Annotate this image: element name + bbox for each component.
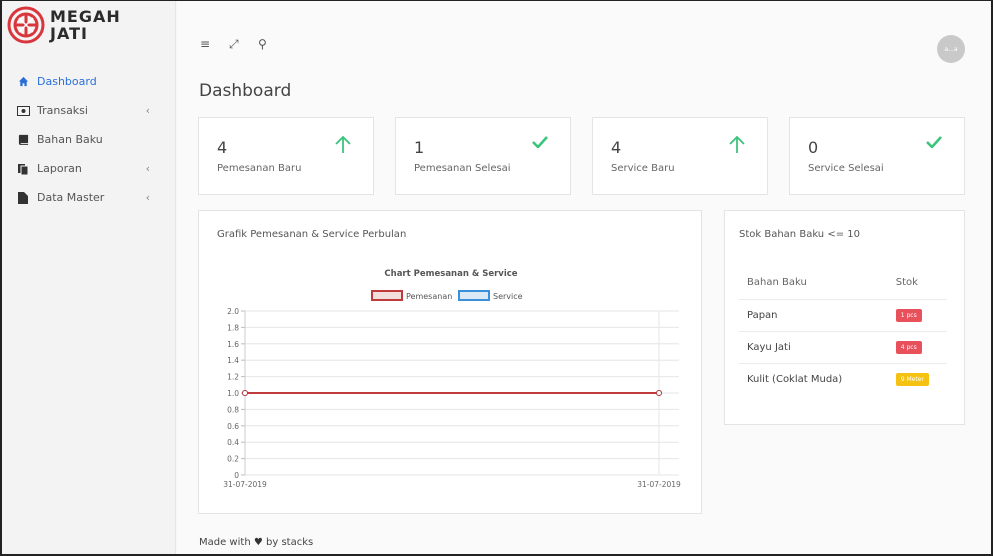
check-icon <box>532 136 548 148</box>
y-tick-label: 2.0 <box>227 307 239 316</box>
arrow-up-icon <box>335 136 351 153</box>
stat-card-pemesanan-selesai: 1 Pemesanan Selesai <box>395 117 571 195</box>
line-chart: Chart Pemesanan & Service Pemesanan Servic… <box>223 269 681 489</box>
sidebar-item-laporan[interactable]: Laporan ‹ <box>2 154 176 183</box>
sidebar-nav: Dashboard Transaksi ‹ Bahan Baku Laporan… <box>2 67 176 212</box>
sidebar: MEGAH JATI Dashboard Transaksi ‹ Bahan B… <box>2 1 176 554</box>
footer-text-after: by stacks <box>266 537 314 548</box>
file-icon <box>16 191 30 205</box>
bahan-name: Kulit (Coklat Muda) <box>747 373 843 385</box>
table-header-row: Bahan Baku Stok <box>739 266 947 300</box>
stok-badge: 1 pcs <box>895 308 922 322</box>
sidebar-item-dashboard[interactable]: Dashboard <box>2 67 176 96</box>
money-icon <box>16 104 30 118</box>
table-row: Kayu Jati 4 pcs <box>739 331 947 364</box>
stok-cell: 9 Meter <box>888 363 947 395</box>
copy-icon <box>16 162 30 176</box>
stat-card-pemesanan-baru: 4 Pemesanan Baru <box>198 117 374 195</box>
menu-toggle-icon[interactable]: ≡ <box>200 37 210 51</box>
fullscreen-icon[interactable]: ⤢ <box>229 37 239 52</box>
home-icon <box>16 75 30 89</box>
sidebar-item-data-master[interactable]: Data Master ‹ <box>2 183 176 212</box>
chevron-left-icon[interactable]: ‹ <box>146 191 150 204</box>
page-title: Dashboard <box>199 81 292 101</box>
brand-line-1: MEGAH <box>50 7 121 26</box>
chart-card: Grafik Pemesanan & Service Perbulan Char… <box>198 210 702 514</box>
bahan-name: Kayu Jati <box>739 331 888 364</box>
y-tick-label: 0.6 <box>227 422 239 431</box>
chevron-left-icon[interactable]: ‹ <box>146 162 150 175</box>
stat-label: Service Selesai <box>808 163 884 174</box>
data-point <box>242 390 248 396</box>
footer-text-before: Made with <box>199 537 251 548</box>
stok-cell: 1 pcs <box>887 299 947 332</box>
sidebar-item-transaksi[interactable]: Transaksi ‹ <box>2 96 176 125</box>
y-tick-label: 1.6 <box>227 340 239 349</box>
x-tick-label: 31-07-2019 <box>223 480 267 489</box>
sidebar-item-label: Dashboard <box>37 75 97 88</box>
brand-line-2: JATI <box>50 24 88 43</box>
stat-card-service-baru: 4 Service Baru <box>592 117 768 195</box>
column-header-stok: Stok <box>887 266 947 300</box>
check-icon <box>926 136 942 148</box>
stok-cell: 4 pcs <box>887 331 947 364</box>
sidebar-item-label: Data Master <box>37 191 105 204</box>
y-tick-label: 0 <box>234 471 239 480</box>
y-tick-label: 1.4 <box>227 356 239 365</box>
sidebar-item-label: Laporan <box>37 162 82 175</box>
chevron-left-icon[interactable]: ‹ <box>146 104 150 117</box>
sidebar-item-label: Transaksi <box>37 104 88 117</box>
topbar: ≡ ⤢ ⚲ a...a <box>177 1 991 71</box>
column-header-bahan-baku: Bahan Baku <box>739 266 888 300</box>
stok-badge: 9 Meter <box>895 372 929 386</box>
stok-table: Bahan Baku Stok Papan 1 pcs Kayu Jati 4 … <box>739 266 947 395</box>
legend-swatch <box>371 290 403 301</box>
stat-card-service-selesai: 0 Service Selesai <box>789 117 965 195</box>
brand-logo[interactable]: MEGAH JATI <box>7 6 121 44</box>
x-tick-label: 31-07-2019 <box>637 480 681 489</box>
y-tick-label: 1.0 <box>227 389 239 398</box>
bahan-name: Papan <box>739 299 888 332</box>
main-content: ≡ ⤢ ⚲ a...a Dashboard 4 Pemesanan Baru 1… <box>177 1 991 554</box>
arrow-up-icon <box>729 136 745 153</box>
search-icon[interactable]: ⚲ <box>258 37 267 51</box>
table-row: Papan 1 pcs <box>739 299 947 332</box>
table-row: Kulit (Coklat Muda) 9 Meter <box>739 363 947 395</box>
y-tick-label: 0.2 <box>227 455 239 464</box>
stat-label: Pemesanan Selesai <box>414 163 511 174</box>
stok-card: Stok Bahan Baku <= 10 Bahan Baku Stok Pa… <box>724 210 965 425</box>
stat-value: 4 <box>611 138 622 157</box>
y-tick-label: 1.2 <box>227 373 239 382</box>
y-tick-label: 0.8 <box>227 405 239 414</box>
legend-label: Service <box>493 292 523 301</box>
sidebar-item-bahan-baku[interactable]: Bahan Baku <box>2 125 176 154</box>
stat-value: 1 <box>414 138 425 157</box>
avatar[interactable]: a...a <box>937 35 965 63</box>
stat-label: Service Baru <box>611 163 675 174</box>
chart-title: Chart Pemesanan & Service <box>384 269 517 279</box>
footer: Made with ♥ by stacks <box>199 537 313 548</box>
book-icon <box>16 133 30 147</box>
legend-swatch <box>458 290 490 301</box>
stat-value: 4 <box>217 138 228 157</box>
data-point <box>656 390 662 396</box>
stat-label: Pemesanan Baru <box>217 163 302 174</box>
stok-card-title: Stok Bahan Baku <= 10 <box>739 229 860 240</box>
sidebar-item-label: Bahan Baku <box>37 133 103 146</box>
heart-icon: ♥ <box>253 537 263 548</box>
legend-label: Pemesanan <box>406 292 452 301</box>
stat-value: 0 <box>808 138 819 157</box>
y-tick-label: 1.8 <box>227 323 239 332</box>
megah-jati-logo-icon <box>7 6 45 44</box>
y-tick-label: 0.4 <box>227 438 239 447</box>
stok-badge: 4 pcs <box>895 340 922 354</box>
